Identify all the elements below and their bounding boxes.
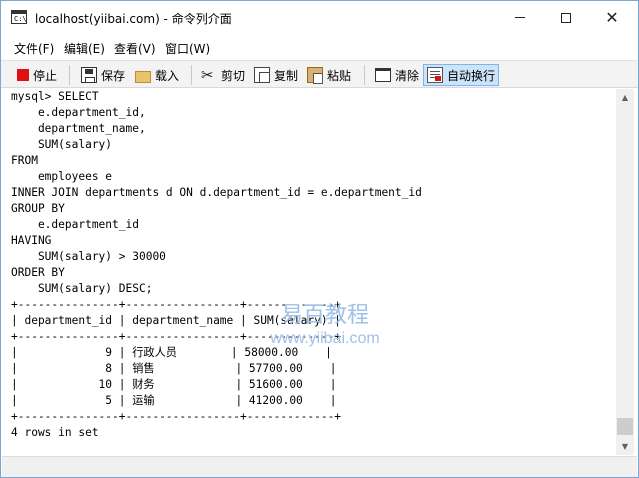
scroll-down-icon[interactable]: ▼	[616, 438, 634, 455]
toolbar-divider	[364, 65, 365, 85]
console-line: e.department_id,	[11, 106, 146, 119]
console-line: 4 rows in set	[11, 426, 99, 439]
folder-icon	[135, 70, 151, 83]
console-line: SUM(salary)	[11, 138, 113, 151]
cut-button[interactable]: ✂ 剪切	[198, 64, 248, 86]
toolbar-divider	[69, 65, 70, 85]
menu-view[interactable]: 查看(V)	[114, 40, 156, 57]
vertical-scrollbar[interactable]: ▲ ▼	[616, 89, 634, 455]
console-line: INNER JOIN departments d ON d.department…	[11, 186, 422, 199]
close-icon: ✕	[605, 7, 619, 27]
word-wrap-label: 自动换行	[447, 68, 496, 83]
save-icon	[81, 67, 97, 83]
console-line: e.department_id	[11, 218, 139, 231]
stop-label: 停止	[33, 68, 58, 83]
save-label: 保存	[101, 68, 126, 83]
load-label: 载入	[155, 68, 180, 83]
scroll-up-icon[interactable]: ▲	[616, 89, 634, 106]
copy-icon	[254, 67, 270, 83]
title-bar[interactable]: C:\ localhost(yiibai.com) - 命令列介面 ✕	[1, 1, 638, 35]
watermark-url: www.yiibai.com	[270, 330, 380, 347]
minimize-icon	[515, 17, 525, 18]
word-wrap-toggle[interactable]: 自动换行	[423, 64, 500, 86]
paste-button[interactable]: 粘贴	[304, 64, 354, 86]
console-icon: C:\	[11, 10, 27, 24]
stop-icon	[17, 69, 29, 81]
watermark: 易百教程 www.yiibai.com	[250, 303, 400, 349]
console-line: | 10 | 财务 | 51600.00 |	[11, 378, 337, 391]
console-output[interactable]: mysql> SELECT e.department_id, departmen…	[2, 89, 616, 455]
paste-label: 粘贴	[327, 68, 352, 83]
word-wrap-icon	[427, 67, 443, 83]
paste-icon	[307, 67, 323, 84]
window-title: localhost(yiibai.com) - 命令列介面	[35, 12, 232, 26]
scroll-thumb[interactable]	[617, 418, 633, 435]
console-line: | 5 | 运输 | 41200.00 |	[11, 394, 337, 407]
copy-label: 复制	[274, 68, 299, 83]
close-button[interactable]: ✕	[589, 1, 635, 34]
status-bar	[2, 456, 637, 477]
trash-icon	[375, 68, 391, 82]
console-line: +---------------+-----------------+-----…	[11, 410, 342, 423]
minimize-button[interactable]	[497, 1, 543, 34]
maximize-icon	[561, 12, 571, 23]
scissors-icon: ✂	[201, 66, 214, 84]
clear-label: 清除	[395, 68, 420, 83]
save-button[interactable]: 保存	[78, 64, 128, 86]
menu-edit[interactable]: 编辑(E)	[64, 40, 105, 57]
toolbar: 停止 保存 载入 ✂ 剪切 复制 粘贴 清除 自动换行	[1, 60, 638, 88]
menu-file[interactable]: 文件(F)	[14, 40, 54, 57]
console-line: SUM(salary) DESC;	[11, 282, 153, 295]
console-line: department_name,	[11, 122, 146, 135]
menu-window[interactable]: 窗口(W)	[165, 40, 210, 57]
console-line: ORDER BY	[11, 266, 65, 279]
cut-label: 剪切	[221, 68, 246, 83]
maximize-button[interactable]	[543, 1, 589, 34]
console-line: SUM(salary) > 30000	[11, 250, 166, 263]
toolbar-divider	[191, 65, 192, 85]
console-line: GROUP BY	[11, 202, 65, 215]
load-button[interactable]: 载入	[132, 64, 182, 86]
stop-button[interactable]: 停止	[12, 64, 60, 86]
console-window: C:\ localhost(yiibai.com) - 命令列介面 ✕ 文件(F…	[0, 0, 639, 478]
console-line: | 8 | 销售 | 57700.00 |	[11, 362, 337, 375]
watermark-title: 易百教程	[280, 303, 369, 328]
menu-bar: 文件(F) 编辑(E) 查看(V) 窗口(W)	[1, 35, 638, 59]
console-line: FROM	[11, 154, 38, 167]
console-line: employees e	[11, 170, 113, 183]
console-line: HAVING	[11, 234, 52, 247]
clear-button[interactable]: 清除	[372, 64, 422, 86]
console-line: mysql> SELECT	[11, 90, 99, 103]
copy-button[interactable]: 复制	[251, 64, 301, 86]
